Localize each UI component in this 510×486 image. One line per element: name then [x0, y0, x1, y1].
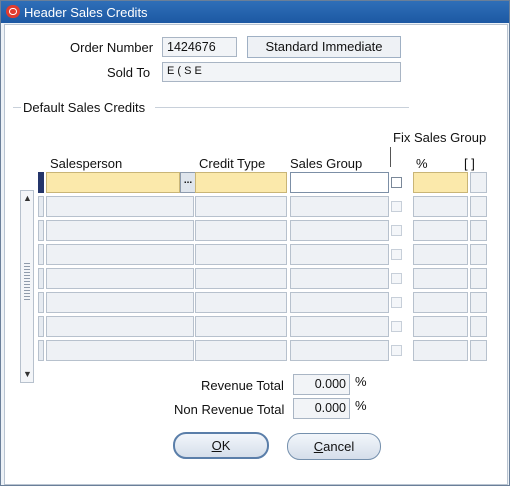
credit-type-cell[interactable]	[195, 292, 287, 313]
credit-type-cell[interactable]	[195, 196, 287, 217]
more-cell[interactable]	[470, 268, 487, 289]
percent-cell[interactable]	[413, 340, 468, 361]
non-revenue-total-unit: %	[355, 398, 367, 413]
percent-cell[interactable]	[413, 172, 468, 193]
more-cell[interactable]	[470, 172, 487, 193]
fix-sales-group-checkbox[interactable]	[391, 177, 402, 188]
percent-cell[interactable]	[413, 292, 468, 313]
credit-type-cell[interactable]	[195, 172, 287, 193]
record-indicator[interactable]	[38, 172, 44, 193]
col-divider	[390, 147, 391, 167]
cancel-label: ancel	[323, 439, 355, 454]
col-percent: %	[416, 156, 428, 171]
sold-to-label: Sold To	[107, 65, 151, 80]
salesperson-lov-button[interactable]: ...	[180, 172, 196, 193]
scroll-grip-icon[interactable]	[24, 263, 30, 301]
more-cell[interactable]	[470, 220, 487, 241]
fix-sales-group-header: Fix Sales Group	[393, 130, 487, 145]
order-number-field[interactable]: 1424676	[162, 37, 237, 57]
dialog-body: Order Number 1424676 Standard Immediate …	[4, 24, 508, 485]
scroll-up-icon[interactable]: ▲	[22, 193, 33, 204]
revenue-total-unit: %	[355, 374, 367, 389]
sales-group-cell[interactable]	[290, 220, 389, 241]
record-indicator[interactable]	[38, 268, 44, 289]
grid-scrollbar[interactable]: ▲ ▼	[20, 190, 34, 383]
salesperson-cell[interactable]	[46, 244, 194, 265]
credit-type-cell[interactable]	[195, 220, 287, 241]
record-indicator[interactable]	[38, 316, 44, 337]
non-revenue-total-label: Non Revenue Total	[174, 402, 285, 417]
percent-cell[interactable]	[413, 268, 468, 289]
sales-group-cell[interactable]	[290, 268, 389, 289]
credit-type-cell[interactable]	[195, 268, 287, 289]
order-number-label: Order Number	[70, 40, 154, 55]
scroll-down-icon[interactable]: ▼	[22, 369, 33, 380]
fix-sales-group-checkbox[interactable]	[391, 201, 402, 212]
col-more: [ ]	[464, 156, 475, 171]
more-cell[interactable]	[470, 196, 487, 217]
sales-group-cell[interactable]	[290, 292, 389, 313]
col-sales-group: Sales Group	[290, 156, 363, 171]
title-bar: Header Sales Credits	[1, 1, 509, 23]
sales-group-cell[interactable]	[290, 244, 389, 265]
ok-mnemonic: O	[211, 438, 222, 453]
record-indicator[interactable]	[38, 196, 44, 217]
more-cell[interactable]	[470, 340, 487, 361]
fix-sales-group-checkbox[interactable]	[391, 273, 402, 284]
salesperson-cell[interactable]	[46, 220, 194, 241]
col-credit-type: Credit Type	[199, 156, 266, 171]
percent-cell[interactable]	[413, 244, 468, 265]
section-title: Default Sales Credits	[23, 100, 146, 115]
oracle-logo-icon	[6, 5, 20, 18]
fix-sales-group-checkbox[interactable]	[391, 345, 402, 356]
window-title: Header Sales Credits	[24, 5, 148, 20]
salesperson-cell[interactable]	[46, 316, 194, 337]
credit-type-cell[interactable]	[195, 244, 287, 265]
fix-sales-group-checkbox[interactable]	[391, 225, 402, 236]
percent-cell[interactable]	[413, 196, 468, 217]
salesperson-cell[interactable]	[46, 172, 180, 193]
sales-group-cell[interactable]	[290, 196, 389, 217]
record-indicator[interactable]	[38, 340, 44, 361]
fix-sales-group-checkbox[interactable]	[391, 249, 402, 260]
sold-to-field[interactable]: E ( S E	[162, 62, 401, 82]
more-cell[interactable]	[470, 292, 487, 313]
percent-cell[interactable]	[413, 316, 468, 337]
sales-group-cell[interactable]	[290, 340, 389, 361]
cancel-button[interactable]: Cancel	[287, 433, 381, 460]
non-revenue-total-field[interactable]: 0.000	[293, 398, 350, 419]
sales-group-cell[interactable]	[290, 172, 389, 193]
fix-sales-group-checkbox[interactable]	[391, 321, 402, 332]
salesperson-cell[interactable]	[46, 268, 194, 289]
header-sales-credits-window: Header Sales Credits Order Number 142467…	[0, 0, 510, 486]
salesperson-cell[interactable]	[46, 340, 194, 361]
col-salesperson: Salesperson	[50, 156, 123, 171]
section-divider	[155, 107, 409, 108]
salesperson-cell[interactable]	[46, 292, 194, 313]
percent-cell[interactable]	[413, 220, 468, 241]
revenue-total-label: Revenue Total	[201, 378, 284, 393]
more-cell[interactable]	[470, 316, 487, 337]
ok-label: K	[221, 438, 231, 453]
fix-sales-group-checkbox[interactable]	[391, 297, 402, 308]
record-indicator[interactable]	[38, 220, 44, 241]
ok-button[interactable]: OK	[173, 432, 269, 459]
more-cell[interactable]	[470, 244, 487, 265]
revenue-total-field[interactable]: 0.000	[293, 374, 350, 395]
order-type-field[interactable]: Standard Immediate	[247, 36, 401, 58]
credit-type-cell[interactable]	[195, 316, 287, 337]
section-divider-left	[13, 107, 21, 108]
record-indicator[interactable]	[38, 244, 44, 265]
record-indicator[interactable]	[38, 292, 44, 313]
sales-group-cell[interactable]	[290, 316, 389, 337]
salesperson-cell[interactable]	[46, 196, 194, 217]
cancel-mnemonic: C	[313, 439, 324, 454]
credit-type-cell[interactable]	[195, 340, 287, 361]
